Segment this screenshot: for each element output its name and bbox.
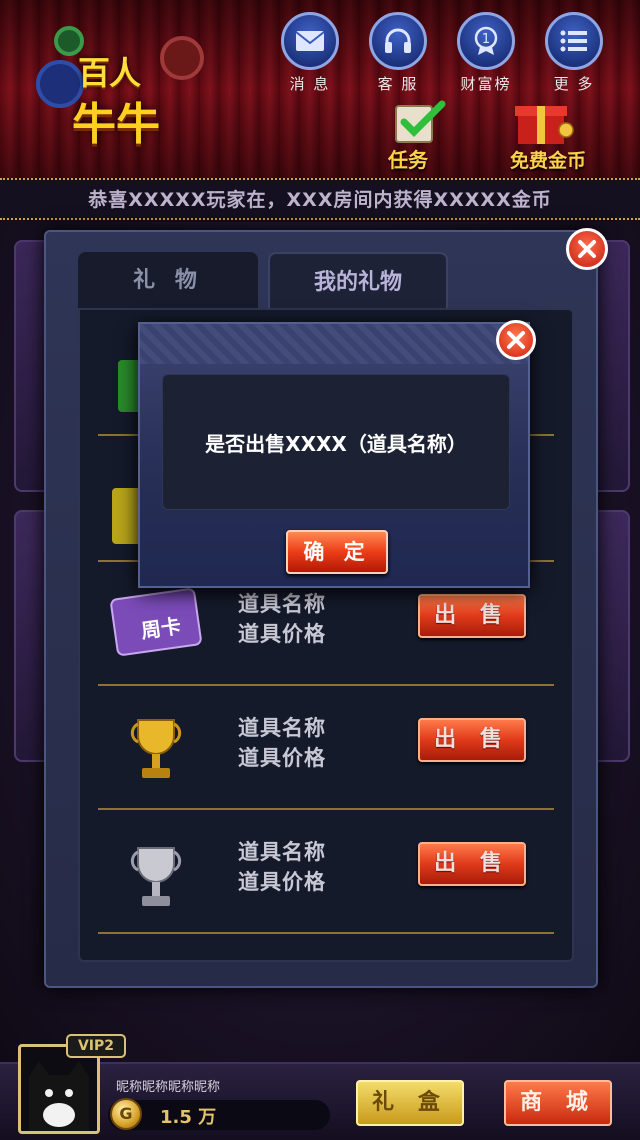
envelope-icon: [281, 12, 339, 70]
nav-label: 消 息: [289, 75, 331, 93]
announcement-marquee: 恭喜XXXXX玩家在，XXX房间内获得XXXXX金币: [0, 178, 640, 220]
nav-label: 财富榜: [460, 75, 512, 93]
item-name: 道具名称: [238, 716, 326, 740]
list-item: 道具名称 道具价格 出 售: [98, 688, 554, 810]
sell-button[interactable]: 出 售: [418, 842, 526, 886]
game-logo: 百人 牛牛: [30, 20, 204, 160]
nav-more-button[interactable]: 更 多: [542, 12, 606, 94]
gold-trophy-icon: [130, 719, 182, 778]
giftbox-button[interactable]: 礼 盒: [356, 1080, 464, 1126]
close-panel-button[interactable]: [566, 228, 608, 270]
sell-button[interactable]: 出 售: [418, 718, 526, 762]
vip-badge: VIP2: [66, 1034, 126, 1058]
dialog-header: [140, 324, 528, 364]
chip-icon: [160, 36, 204, 80]
nav-messages-button[interactable]: 消 息: [278, 12, 342, 94]
close-icon: [578, 240, 596, 258]
task-label: 任务: [388, 148, 428, 172]
close-dialog-button[interactable]: [496, 320, 536, 360]
mall-button[interactable]: 商 城: [504, 1080, 612, 1126]
task-button[interactable]: 任务: [388, 144, 428, 173]
svg-text:1: 1: [482, 32, 490, 47]
item-price: 道具价格: [238, 870, 326, 894]
player-nickname: 昵称昵称昵称昵称: [116, 1080, 221, 1095]
free-gold-label: 免费金币: [510, 150, 587, 172]
confirm-button[interactable]: 确 定: [286, 530, 388, 574]
nav-ranking-button[interactable]: 1 财富榜: [454, 12, 518, 94]
task-checklist-icon: [395, 100, 446, 143]
tab-my-gifts[interactable]: 我的礼物: [268, 252, 448, 310]
confirm-sell-dialog: 是否出售XXXX（道具名称） 确 定: [138, 322, 530, 588]
item-name: 道具名称: [238, 840, 326, 864]
headset-icon: [369, 12, 427, 70]
logo-text-bottom: 牛牛: [72, 99, 160, 150]
list-icon: [545, 12, 603, 70]
sell-button[interactable]: 出 售: [418, 594, 526, 638]
gift-box-icon: [515, 106, 574, 144]
close-icon: [507, 331, 525, 349]
item-price: 道具价格: [238, 622, 326, 646]
list-item: 道具名称 道具价格 出 售: [98, 812, 554, 934]
tab-gift[interactable]: 礼 物: [78, 252, 258, 310]
free-gold-button[interactable]: 免费金币: [510, 146, 586, 173]
item-name: 道具名称: [238, 592, 326, 616]
silver-trophy-icon: [130, 847, 182, 906]
week-card-icon: 周卡: [110, 588, 202, 656]
medal-icon: 1: [457, 12, 515, 70]
cat-avatar-icon: [29, 1061, 89, 1131]
nav-label: 客 服: [377, 75, 419, 93]
gold-amount: 1.5 万: [160, 1107, 217, 1128]
nav-label: 更 多: [553, 75, 595, 93]
gold-coin-icon: G: [110, 1098, 142, 1130]
item-price: 道具价格: [238, 746, 326, 770]
nav-service-button[interactable]: 客 服: [366, 12, 430, 94]
dialog-message: 是否出售XXXX（道具名称）: [162, 374, 510, 510]
